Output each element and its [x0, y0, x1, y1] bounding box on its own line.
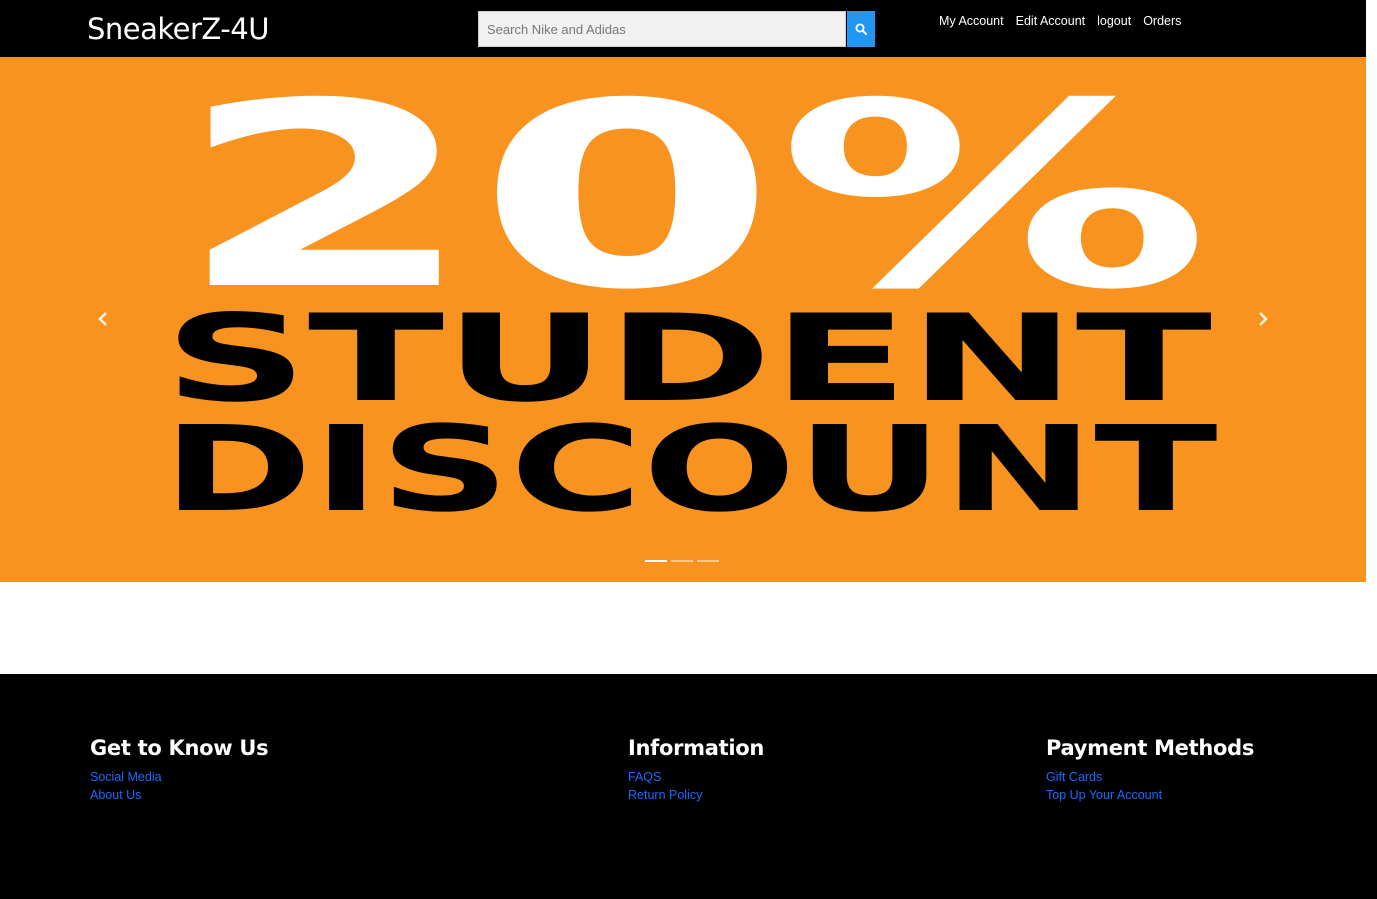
site-footer: Get to Know Us Social Media About Us Inf…: [0, 674, 1377, 899]
carousel-indicator[interactable]: [645, 560, 667, 562]
footer-column-payment-methods: Payment Methods Gift Cards Top Up Your A…: [1046, 734, 1254, 804]
footer-link-gift-cards[interactable]: Gift Cards: [1046, 768, 1254, 786]
search-bar: [478, 11, 875, 47]
footer-link-about-us[interactable]: About Us: [90, 786, 268, 804]
search-button[interactable]: [847, 11, 875, 47]
student-discount-banner: 20% STUDENT DISCOUNT: [163, 57, 1218, 538]
nav-my-account[interactable]: My Account: [939, 14, 1004, 28]
nav-logout[interactable]: logout: [1097, 14, 1131, 28]
account-nav: My Account Edit Account logout Orders: [939, 14, 1181, 28]
carousel-indicator[interactable]: [697, 560, 719, 562]
banner-line-discount: DISCOUNT: [163, 400, 1218, 538]
footer-link-faqs[interactable]: FAQS: [628, 768, 764, 786]
chevron-right-icon: [1259, 312, 1268, 326]
nav-orders[interactable]: Orders: [1143, 14, 1181, 28]
carousel-indicator[interactable]: [671, 560, 693, 562]
brand-logo[interactable]: SneakerZ-4U: [87, 12, 269, 46]
footer-heading: Payment Methods: [1046, 736, 1255, 760]
footer-heading: Information: [628, 736, 765, 760]
carousel-prev-button[interactable]: [91, 307, 115, 331]
search-icon: [855, 23, 867, 35]
chevron-left-icon: [98, 312, 107, 326]
footer-column-get-to-know-us: Get to Know Us Social Media About Us: [90, 734, 269, 804]
nav-edit-account[interactable]: Edit Account: [1016, 14, 1086, 28]
promo-carousel: 20% STUDENT DISCOUNT: [0, 57, 1366, 582]
footer-link-return-policy[interactable]: Return Policy: [628, 786, 764, 804]
footer-heading: Get to Know Us: [90, 736, 269, 760]
carousel-next-button[interactable]: [1251, 307, 1275, 331]
footer-column-information: Information FAQS Return Policy: [628, 734, 764, 804]
footer-link-top-up-account[interactable]: Top Up Your Account: [1046, 786, 1254, 804]
search-input[interactable]: [478, 11, 846, 47]
carousel-indicators: [645, 560, 719, 562]
footer-link-social-media[interactable]: Social Media: [90, 768, 268, 786]
